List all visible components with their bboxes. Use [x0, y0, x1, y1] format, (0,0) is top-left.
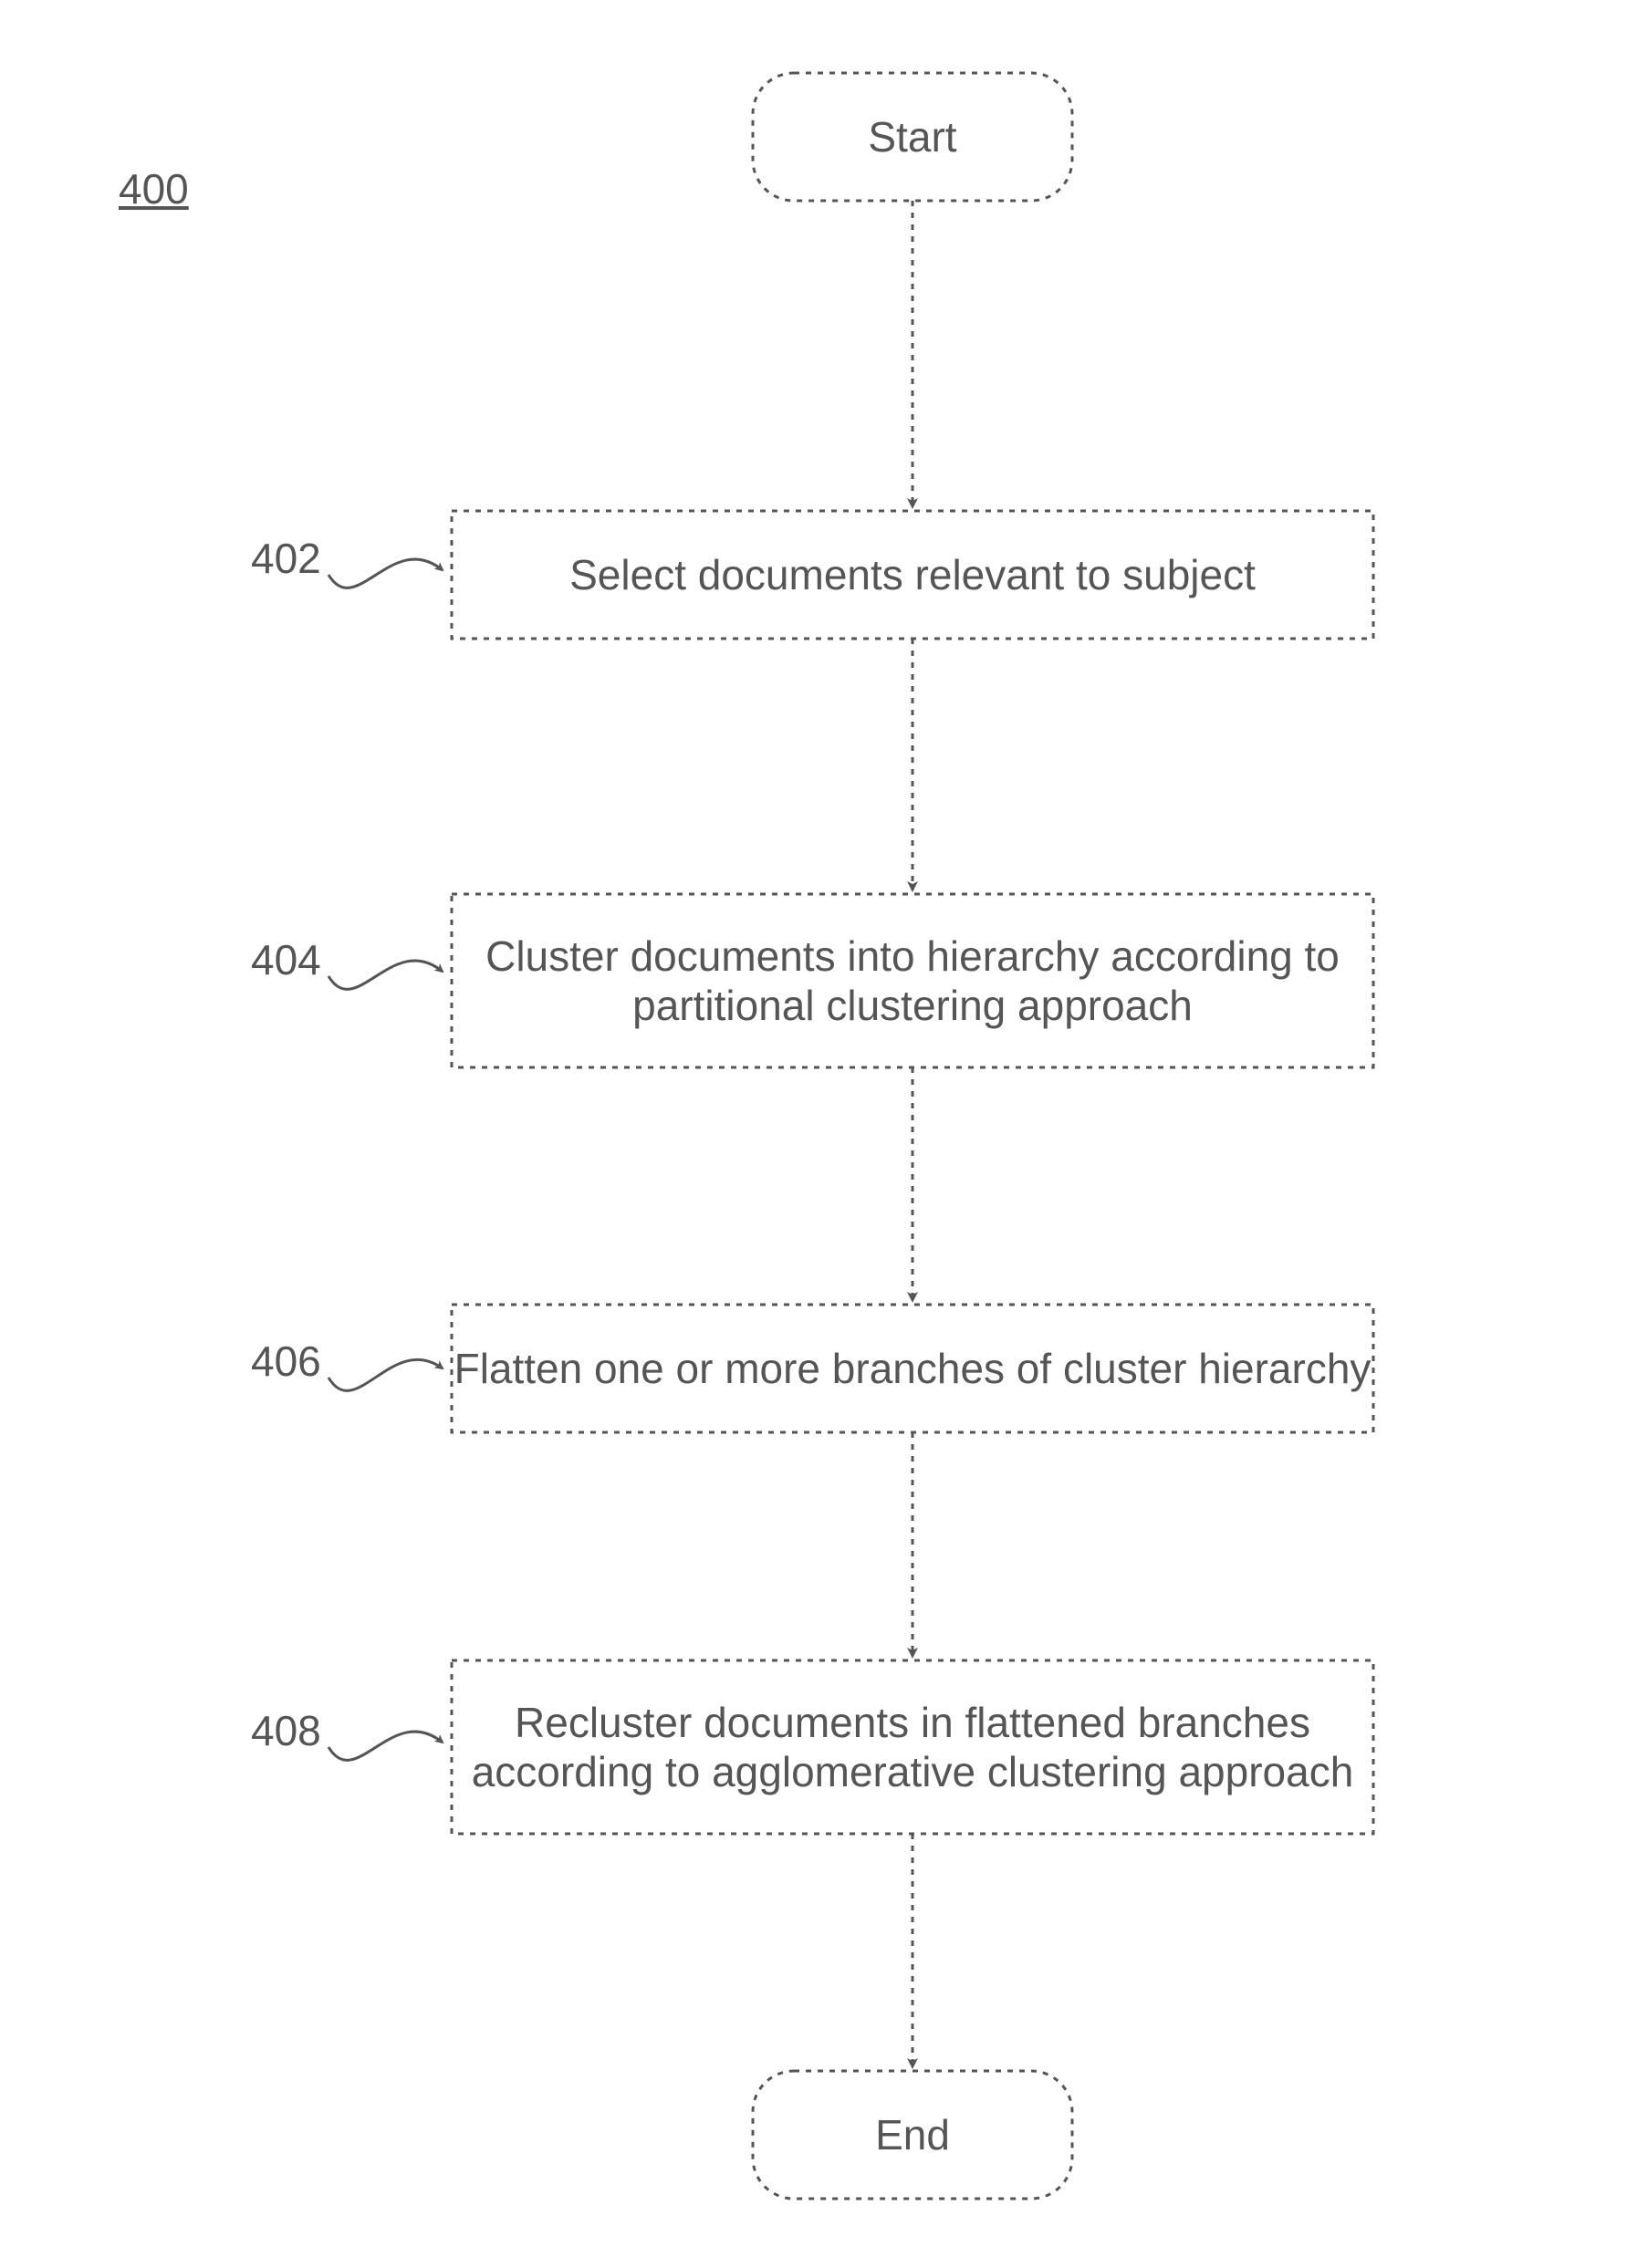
leadline-408	[329, 1732, 443, 1760]
start-label: Start	[868, 112, 956, 161]
leadline-402	[329, 559, 443, 588]
step3-label: Flatten one or more branches of cluster …	[454, 1344, 1371, 1393]
step2-label: Cluster documents into hierarchy accordi…	[452, 931, 1373, 1030]
step1-label: Select documents relevant to subject	[569, 550, 1256, 599]
leadline-406	[329, 1359, 443, 1390]
step4-label: Recluster documents in flattened branche…	[452, 1698, 1373, 1796]
flowchart-svg: Start Select documents relevant to subje…	[0, 0, 1627, 2268]
end-label: End	[875, 2110, 950, 2159]
leadline-404	[329, 961, 443, 989]
